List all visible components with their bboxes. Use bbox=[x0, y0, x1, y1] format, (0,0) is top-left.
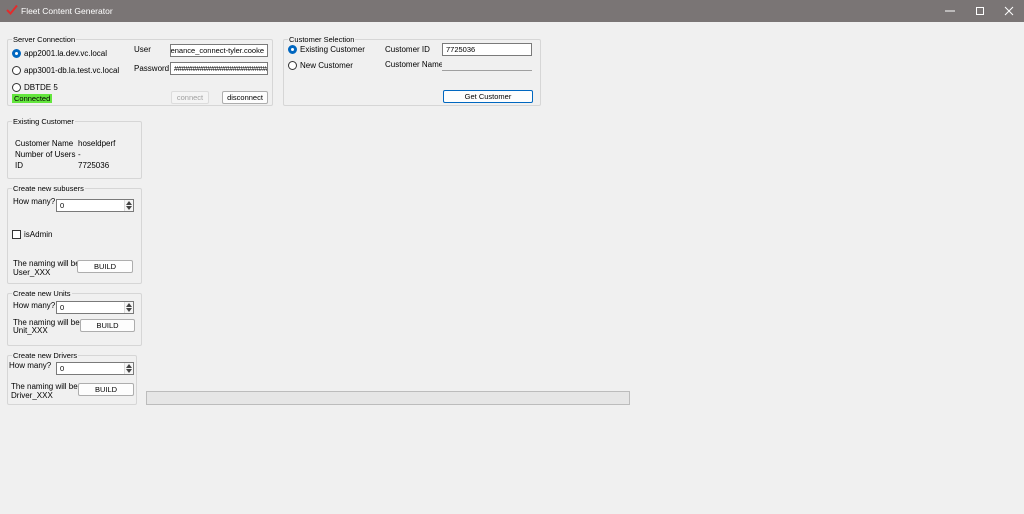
window-title: Fleet Content Generator bbox=[21, 6, 113, 16]
chevron-up-icon[interactable] bbox=[126, 201, 132, 205]
drivers-build-button[interactable]: BUILD bbox=[78, 383, 134, 396]
units-how-many-label: How many? bbox=[13, 301, 56, 310]
server-connection-group: Server Connection app2001.la.dev.vc.loca… bbox=[7, 35, 273, 106]
client-area: Server Connection app2001.la.dev.vc.loca… bbox=[0, 22, 1024, 514]
units-build-button[interactable]: BUILD bbox=[80, 319, 135, 332]
connection-status-badge: Connected bbox=[12, 94, 53, 103]
units-group: Create new Units How many? 0 The naming … bbox=[7, 289, 142, 346]
subusers-how-many-label: How many? bbox=[13, 197, 56, 206]
number-of-users-label: Number of Users bbox=[15, 150, 76, 159]
units-naming-line2: Unit_XXX bbox=[13, 326, 48, 335]
drivers-title: Create new Drivers bbox=[12, 351, 79, 360]
customer-selection-group: Customer Selection Existing Customer New… bbox=[283, 35, 541, 106]
server-label-1: app2001.la.dev.vc.local bbox=[24, 49, 108, 58]
server-radio-2[interactable] bbox=[12, 66, 21, 75]
existing-customer-group: Existing Customer Customer Name hoseldpe… bbox=[7, 117, 142, 179]
existing-customer-radio[interactable] bbox=[288, 45, 297, 54]
checkmark-app-icon bbox=[6, 4, 18, 15]
drivers-count-stepper[interactable]: 0 bbox=[56, 362, 134, 375]
units-stepper-arrows[interactable] bbox=[124, 302, 133, 313]
subusers-naming-line2: User_XXX bbox=[13, 268, 51, 277]
chevron-up-icon[interactable] bbox=[126, 364, 132, 368]
customer-id-info-label: ID bbox=[15, 161, 23, 170]
password-input-value: ############################## bbox=[174, 64, 268, 73]
minimize-button[interactable] bbox=[934, 0, 966, 22]
subusers-title: Create new subusers bbox=[12, 184, 85, 193]
customer-selection-title: Customer Selection bbox=[288, 35, 356, 44]
disconnect-button[interactable]: disconnect bbox=[222, 91, 268, 104]
subusers-count-value: 0 bbox=[60, 201, 65, 210]
minimize-icon bbox=[945, 10, 955, 12]
is-admin-label: isAdmin bbox=[24, 230, 53, 239]
password-input[interactable]: ############################## bbox=[170, 62, 268, 75]
server-radio-1[interactable] bbox=[12, 49, 21, 58]
customer-id-label: Customer ID bbox=[385, 45, 430, 54]
customer-name-info-value: hoseldperf bbox=[78, 139, 116, 148]
units-count-stepper[interactable]: 0 bbox=[56, 301, 134, 314]
get-customer-button[interactable]: Get Customer bbox=[443, 90, 533, 103]
customer-name-info-label: Customer Name bbox=[15, 139, 74, 148]
drivers-group: Create new Drivers How many? 0 The namin… bbox=[7, 351, 137, 405]
customer-name-input[interactable] bbox=[442, 58, 532, 71]
existing-customer-label: Existing Customer bbox=[300, 45, 365, 54]
connect-button[interactable]: connect bbox=[171, 91, 209, 104]
maximize-icon bbox=[976, 7, 984, 15]
user-input[interactable]: maintenance_connect-tyler.cooke bbox=[170, 44, 268, 57]
close-button[interactable] bbox=[993, 0, 1024, 22]
chevron-up-icon[interactable] bbox=[126, 303, 132, 307]
drivers-count-value: 0 bbox=[60, 364, 65, 373]
server-label-2: app3001-db.la.test.vc.local bbox=[24, 66, 120, 75]
build-progress-bar bbox=[146, 391, 630, 405]
chevron-down-icon[interactable] bbox=[126, 206, 132, 210]
customer-id-info-value: 7725036 bbox=[78, 161, 110, 170]
subusers-stepper-arrows[interactable] bbox=[124, 200, 133, 211]
subusers-count-stepper[interactable]: 0 bbox=[56, 199, 134, 212]
existing-customer-title: Existing Customer bbox=[12, 117, 75, 126]
server-radio-3[interactable] bbox=[12, 83, 21, 92]
subusers-group: Create new subusers How many? 0 isAdmin … bbox=[7, 184, 142, 284]
user-input-value: maintenance_connect-tyler.cooke bbox=[170, 46, 264, 55]
new-customer-radio[interactable] bbox=[288, 61, 297, 70]
customer-name-label: Customer Name bbox=[385, 60, 444, 69]
subusers-build-button[interactable]: BUILD bbox=[77, 260, 133, 273]
drivers-naming-line2: Driver_XXX bbox=[11, 391, 53, 400]
maximize-button[interactable] bbox=[964, 0, 996, 22]
units-count-value: 0 bbox=[60, 303, 65, 312]
drivers-stepper-arrows[interactable] bbox=[124, 363, 133, 374]
drivers-how-many-label: How many? bbox=[9, 361, 52, 370]
server-label-3: DBTDE 5 bbox=[24, 83, 58, 92]
number-of-users-value: - bbox=[78, 150, 81, 159]
server-connection-title: Server Connection bbox=[12, 35, 77, 44]
password-label: Password bbox=[134, 64, 170, 73]
customer-id-input[interactable]: 7725036 bbox=[442, 43, 532, 56]
new-customer-label: New Customer bbox=[300, 61, 353, 70]
title-bar: Fleet Content Generator bbox=[0, 0, 1024, 22]
chevron-down-icon[interactable] bbox=[126, 308, 132, 312]
chevron-down-icon[interactable] bbox=[126, 369, 132, 373]
units-title: Create new Units bbox=[12, 289, 72, 298]
is-admin-checkbox[interactable] bbox=[12, 230, 21, 239]
user-label: User bbox=[134, 45, 151, 54]
close-icon bbox=[1004, 6, 1014, 16]
